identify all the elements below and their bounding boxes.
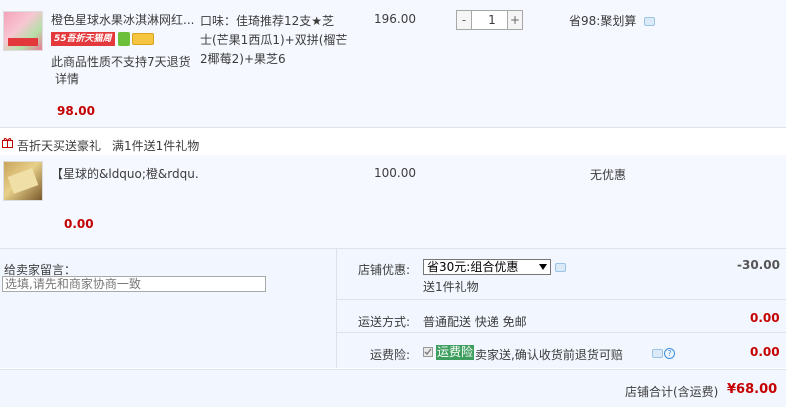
insurance-label: 运费险: [369, 348, 410, 362]
total-label: 店铺合计(含运费) [625, 385, 719, 399]
item-2-thumbnail[interactable] [3, 161, 43, 201]
gift-note: 送1件礼物 [423, 280, 479, 294]
chat-icon[interactable] [555, 263, 566, 272]
item-2-unit-price: 100.00 [374, 166, 416, 180]
shipping-amount: 0.00 [750, 311, 780, 325]
vertical-divider [336, 249, 337, 368]
shipping-label: 运送方式: [357, 315, 410, 329]
item-2-promo: 无优惠 [590, 168, 627, 182]
item-1-sku-line-1: 口味：佳琦推荐12支★芝 [200, 14, 335, 28]
gift-icon [2, 137, 13, 148]
shop-discount-label: 店铺优惠: [357, 263, 410, 277]
shop-discount-select[interactable]: 省30元:组合优惠 [423, 259, 551, 275]
item-1-title[interactable]: 橙色星球水果冰淇淋网红... [51, 12, 196, 28]
item-1-unit-price: 196.00 [374, 12, 416, 26]
insurance-desc: 卖家送,确认收货前退货可赔 [475, 348, 623, 362]
divider [337, 332, 786, 333]
item-1-promo-text: 省98:聚划算 [569, 14, 637, 28]
item-1-subtotal: 98.00 [57, 104, 95, 118]
help-icon[interactable]: ? [664, 348, 675, 359]
item-1-promo: 省98:聚划算 [569, 12, 656, 29]
item-1-55-badge: 55吾折天猫周 [51, 32, 115, 46]
seller-message-input[interactable]: 选填,请先和商家协商一致 [2, 276, 266, 292]
item-1-sku-line-2: 士(芒果1西瓜1)+双拼(榴芒 [200, 33, 348, 47]
insurance-checkbox[interactable] [423, 347, 433, 357]
item-1-green-badge-icon [118, 32, 130, 46]
chevron-down-icon [539, 264, 547, 270]
insurance-amount: 0.00 [750, 345, 780, 359]
shipping-value: 普通配送 快递 免邮 [423, 315, 527, 329]
shop-discount-amount: -30.00 [737, 258, 780, 272]
divider [0, 127, 786, 128]
chat-icon[interactable] [652, 349, 663, 358]
item-2-subtotal: 0.00 [64, 217, 94, 231]
gift-header-label: 吾折天买送豪礼 [17, 139, 102, 153]
item-1-return-note: 此商品性质不支持7天退货 [51, 55, 191, 69]
divider [337, 299, 786, 300]
quantity-input[interactable]: 1 [472, 10, 512, 30]
gift-header-rule: 满1件送1件礼物 [112, 139, 200, 153]
item-1-card-badge-icon [132, 33, 154, 45]
quantity-plus-button[interactable]: + [507, 10, 523, 30]
item-1-thumbnail[interactable] [3, 11, 43, 51]
chat-icon[interactable] [644, 17, 656, 26]
item-1-detail-link[interactable]: 详情 [55, 70, 79, 87]
shop-discount-selected: 省30元:组合优惠 [427, 260, 519, 274]
item-1-sku-line-3: 2椰莓2)+果芝6 [200, 52, 286, 66]
quantity-minus-button[interactable]: - [456, 10, 472, 30]
total-value: ¥68.00 [727, 382, 778, 397]
item-1-sku: 口味：佳琦推荐12支★芝 士(芒果1西瓜1)+双拼(榴芒 2椰莓2)+果芝6 [200, 12, 360, 69]
item-2-title[interactable]: 【星球的&ldquo;橙&rdqu... [51, 166, 199, 182]
insurance-highlight[interactable]: 运费险 [436, 345, 475, 360]
